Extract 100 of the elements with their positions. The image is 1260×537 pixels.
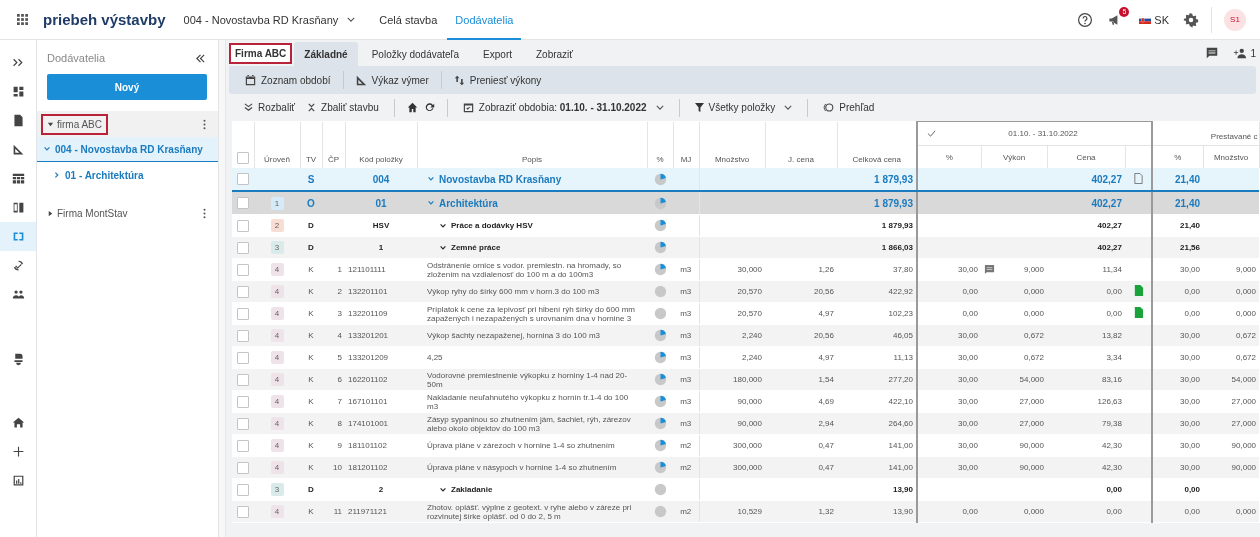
column-header: Cena (1076, 152, 1096, 162)
caret-icon[interactable] (47, 120, 54, 128)
row-checkbox[interactable] (237, 307, 249, 320)
row-checkbox[interactable] (237, 329, 249, 342)
overview-button[interactable]: Prehľad (820, 102, 878, 113)
row-checkbox[interactable] (237, 285, 249, 298)
table-cell: 30,00 (957, 353, 978, 362)
column-header: Celková cena (852, 155, 901, 164)
table-cell: 121101111 (348, 265, 386, 274)
tab[interactable]: Export (473, 42, 522, 66)
table-cell: 20,570 (737, 287, 762, 296)
table-cell: 46,05 (892, 331, 913, 340)
row-checkbox[interactable] (237, 351, 249, 364)
table-cell: Práce a dodávky HSV (451, 221, 533, 230)
column-header: Výkon (1002, 152, 1026, 162)
table-cell: Zemné práce (451, 243, 501, 252)
table-cell: 0,00 (1184, 485, 1200, 494)
table-cell: 37,80 (892, 265, 913, 274)
language-button[interactable]: SK (1154, 13, 1169, 26)
table-cell: 300,000 (733, 463, 762, 472)
project-dropdown[interactable]: 004 - Novostavba RD Krasňany (183, 13, 356, 26)
table-cell: 0,00 (1106, 485, 1122, 494)
help-icon[interactable] (1077, 11, 1094, 28)
tree-item[interactable]: Firma MontStav (41, 202, 134, 224)
table-cell: 0,00 (1184, 309, 1200, 318)
add-person-icon[interactable] (1233, 46, 1248, 60)
nav-tab[interactable]: Celá stavba (371, 0, 446, 40)
table-cell: 422,92 (888, 287, 913, 296)
select-all-checkbox[interactable] (236, 152, 249, 164)
table-cell: 9,000 (1236, 265, 1257, 274)
tree-item[interactable]: firma ABC (41, 113, 108, 135)
table-cell: 30,00 (1180, 419, 1200, 428)
toolbar-button[interactable]: Preniesť výkony (447, 74, 548, 86)
table-cell: 21,40 (1180, 221, 1200, 230)
tree-label: firma ABC (57, 118, 102, 130)
table-cell: 30,00 (1180, 397, 1200, 406)
toolbar-button[interactable]: Zoznam období (239, 74, 337, 86)
user-avatar[interactable]: S1 (1224, 8, 1246, 31)
table-cell: Úprava pláne v násypoch v hornine 1-4 so zhutnením (427, 463, 617, 472)
table-cell: 141,00 (888, 441, 913, 450)
new-button[interactable]: Nový (47, 74, 207, 100)
table-cell: 264,60 (888, 419, 913, 428)
tree-item[interactable]: 01 - Architektúra (37, 162, 218, 188)
app-title: priebeh výstavby (43, 11, 166, 28)
tab[interactable]: Základné (294, 42, 358, 66)
apps-icon[interactable] (17, 14, 28, 25)
table-cell: 11,34 (1102, 265, 1122, 274)
row-checkbox[interactable] (237, 483, 249, 496)
collapse-button[interactable]: Zbaliť stavbu (304, 102, 382, 113)
refresh-icon[interactable] (423, 102, 435, 113)
table-cell: m3 (680, 331, 692, 340)
chevron-icon[interactable] (439, 243, 447, 252)
collapse-icon[interactable] (195, 52, 206, 64)
table-cell: 0,00 (962, 507, 978, 516)
transfer-icon (453, 74, 465, 86)
tree-item[interactable]: 004 - Novostavba RD Krasňany (37, 137, 218, 162)
table-cell: 27,000 (1019, 419, 1044, 428)
comment-icon[interactable] (984, 264, 995, 275)
chevron-icon[interactable] (439, 485, 447, 494)
chevron-icon[interactable] (439, 221, 447, 230)
row-checkbox[interactable] (237, 439, 249, 452)
row-checkbox[interactable] (237, 417, 249, 430)
column-header: TV (305, 155, 317, 164)
tab[interactable]: Položky dodávateľa (361, 42, 470, 66)
table-cell: 2,94 (818, 419, 834, 428)
row-checkbox[interactable] (237, 263, 249, 276)
table-cell: 167101101 (348, 397, 388, 406)
row-checkbox[interactable] (237, 373, 249, 386)
table-cell: 0,00 (962, 287, 978, 296)
row-checkbox[interactable] (237, 505, 249, 518)
period-dropdown[interactable]: Zobraziť obdobia: 01.10. - 31.10.2022 (459, 102, 667, 113)
row-checkbox[interactable] (237, 197, 249, 209)
table-cell: 27,000 (1231, 397, 1257, 406)
home-icon[interactable] (406, 102, 418, 113)
table-cell: 13,82 (1101, 331, 1122, 340)
row-checkbox[interactable] (237, 395, 249, 408)
row-checkbox[interactable] (237, 461, 249, 474)
column-header: MJ (680, 155, 692, 164)
filter-dropdown[interactable]: Všetky položky (691, 102, 796, 113)
tree-label: 004 - Novostavba RD Krasňany (55, 143, 203, 155)
row-checkbox[interactable] (237, 173, 249, 185)
collapse-icon (307, 103, 317, 112)
tab[interactable]: Zobraziť (526, 42, 584, 66)
settings-icon[interactable] (1183, 11, 1199, 28)
table-cell: D (308, 221, 314, 230)
table-cell: 0,672 (1023, 331, 1044, 340)
caret-icon (784, 105, 793, 110)
splitter-handle[interactable] (219, 40, 226, 537)
table-cell: 1 879,93 (881, 221, 913, 230)
table-cell: K (308, 463, 314, 472)
row-checkbox[interactable] (237, 241, 249, 254)
toolbar-button[interactable]: Výkaz výmer (349, 74, 435, 86)
table-cell: 402,27 (1091, 197, 1122, 209)
table-cell: 9,000 (1023, 265, 1044, 274)
row-checkbox[interactable] (237, 219, 249, 232)
caret-icon[interactable] (47, 209, 54, 217)
expand-button[interactable]: Rozbaliť (241, 102, 299, 113)
column-header: ČP (327, 155, 340, 164)
table-cell: 30,00 (957, 441, 978, 450)
comment-icon[interactable] (1205, 46, 1220, 60)
